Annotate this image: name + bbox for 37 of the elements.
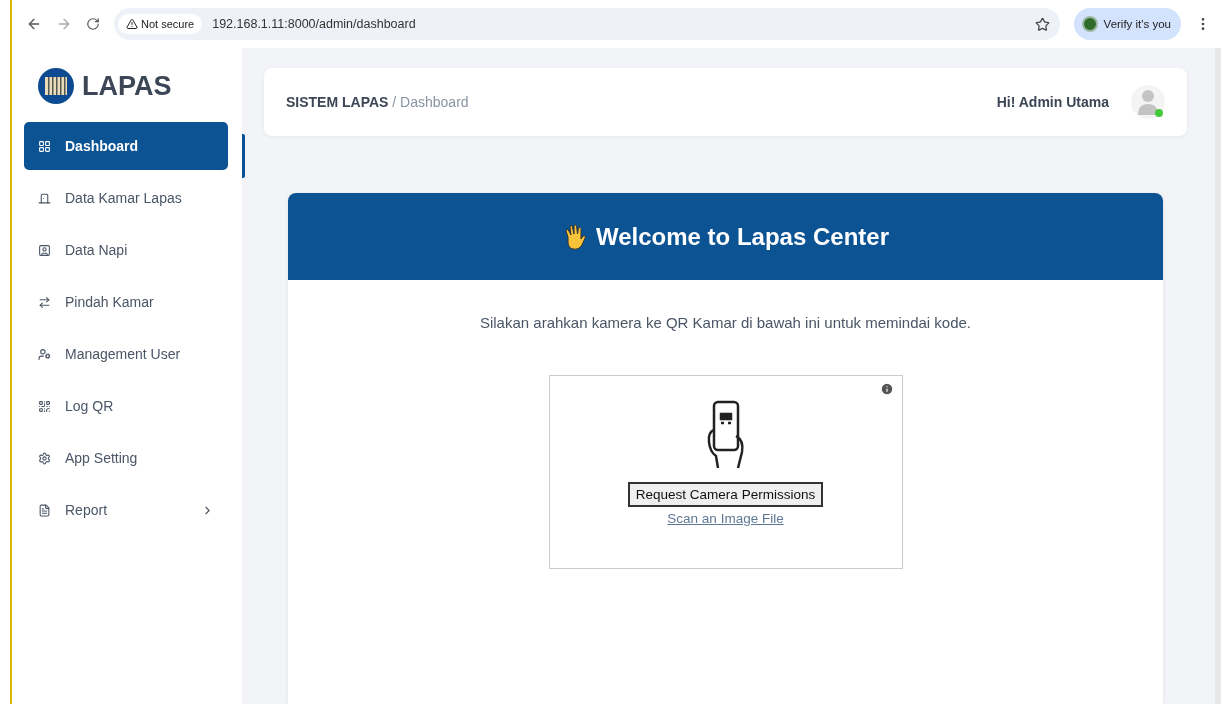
profile-chip[interactable]: Verify it's you <box>1073 8 1181 40</box>
menu-item-icon <box>38 139 51 153</box>
menu-item-icon <box>38 243 51 257</box>
waving-hand-icon <box>562 222 588 251</box>
menu-item-icon <box>38 191 51 205</box>
sidebar-item[interactable]: Report <box>24 486 228 534</box>
reload-icon[interactable] <box>86 17 100 31</box>
active-indicator <box>242 134 245 178</box>
instruction-text: Silakan arahkan kamera ke QR Kamar di bawah ini untuk memindai kode. <box>479 314 972 331</box>
back-icon[interactable] <box>26 16 42 32</box>
sidebar-item[interactable]: Management User <box>24 330 228 378</box>
user-greeting: Hi! Admin Utama <box>996 94 1109 110</box>
info-icon[interactable] <box>879 382 894 396</box>
scan-image-link[interactable]: Scan an Image File <box>667 511 784 526</box>
security-chip[interactable]: Not secure <box>118 14 203 34</box>
breadcrumb: SISTEM LAPAS / Dashboard <box>286 94 470 110</box>
sidebar-item[interactable]: Data Kamar Lapas <box>24 174 228 222</box>
phone-in-hand-icon <box>705 400 746 470</box>
sidebar-item[interactable]: Pindah Kamar <box>24 278 228 326</box>
jail-logo-icon <box>38 68 74 104</box>
menu-item-icon <box>38 503 51 517</box>
bookmark-star-icon[interactable] <box>1034 16 1050 32</box>
welcome-title: Welcome to Lapas Center <box>596 222 889 251</box>
avatar-dot-icon <box>1081 16 1098 32</box>
menu-item-icon <box>38 295 51 309</box>
sidebar-item[interactable]: App Setting <box>24 434 228 482</box>
address-bar[interactable]: Not secure 192.168.1.11:8000/admin/dashboard <box>114 8 1060 40</box>
menu-item-icon <box>38 451 51 465</box>
sidebar-item[interactable]: Data Napi <box>24 226 228 274</box>
menu-item-icon <box>38 399 51 413</box>
brand-name: LAPAS <box>82 70 172 102</box>
sidebar-item[interactable]: Log QR <box>24 382 228 430</box>
sidebar-item[interactable]: Dashboard <box>24 122 228 170</box>
warning-icon <box>126 18 138 30</box>
menu-item-icon <box>38 347 51 361</box>
url-text: 192.168.1.11:8000/admin/dashboard <box>212 17 417 31</box>
request-camera-button[interactable]: Request Camera Permissions <box>627 482 824 507</box>
